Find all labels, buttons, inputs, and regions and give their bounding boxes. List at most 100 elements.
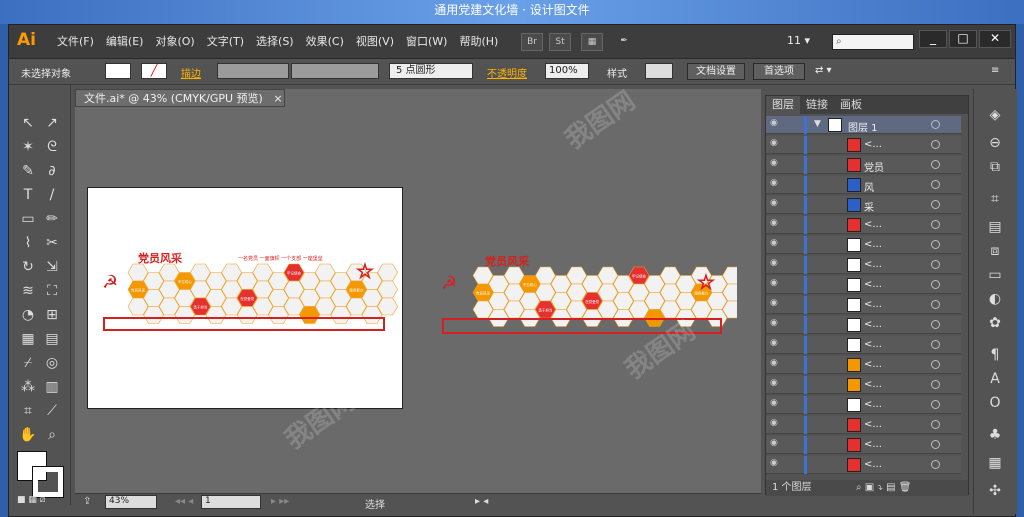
- variable-width-select[interactable]: [291, 63, 379, 79]
- symbols-dock-icon[interactable]: ♣: [984, 425, 1006, 445]
- menu-select[interactable]: 选择(S): [250, 35, 300, 49]
- sublayer-label[interactable]: <...: [864, 459, 882, 470]
- document-setup-button[interactable]: 文档设置: [687, 63, 745, 80]
- sublayer-row[interactable]: ◉ <...: [766, 436, 961, 454]
- sublayer-label[interactable]: <...: [864, 259, 882, 270]
- target-icon[interactable]: [931, 120, 940, 129]
- close-tab-icon[interactable]: ×: [273, 92, 282, 105]
- eye-icon[interactable]: ◉: [770, 258, 782, 270]
- stroke-swatch[interactable]: ╱: [141, 63, 167, 79]
- artboard-tool-icon[interactable]: ⌗: [17, 401, 39, 421]
- layer-name[interactable]: 图层 1: [848, 119, 878, 134]
- sublayer-row[interactable]: ◉ <...: [766, 336, 961, 354]
- artboard-nav-next-icon[interactable]: ▸ ▸▸: [271, 496, 289, 507]
- sublayer-row[interactable]: ◉ <...: [766, 296, 961, 314]
- sublayer-row[interactable]: ◉ <...: [766, 376, 961, 394]
- menu-window[interactable]: 窗口(W): [400, 35, 453, 49]
- sublayer-row[interactable]: ◉ <...: [766, 396, 961, 414]
- symbol-sprayer-icon[interactable]: ⁂: [17, 377, 39, 397]
- eye-icon[interactable]: ◉: [770, 138, 782, 150]
- brush-select[interactable]: 5 点圆形: [389, 63, 473, 79]
- rotate-tool-icon[interactable]: ↻: [17, 257, 39, 277]
- links-dock-icon[interactable]: ⊖: [984, 133, 1006, 153]
- target-icon[interactable]: [931, 320, 940, 329]
- artboard-nav-prev-icon[interactable]: ◂◂ ◂: [175, 496, 193, 507]
- perspective-grid-icon[interactable]: ⊞: [41, 305, 63, 325]
- zoom-field[interactable]: 43%: [105, 495, 157, 509]
- eye-icon[interactable]: ◉: [770, 298, 782, 310]
- pathfinder-dock-icon[interactable]: ⧈: [984, 241, 1006, 261]
- eye-icon[interactable]: ◉: [770, 158, 782, 170]
- eye-icon[interactable]: ◉: [770, 278, 782, 290]
- sublayer-row[interactable]: ◉ <...: [766, 456, 961, 474]
- fill-swatch[interactable]: [105, 63, 131, 79]
- eye-icon[interactable]: ◉: [770, 118, 782, 130]
- shape-builder-icon[interactable]: ◔: [17, 305, 39, 325]
- target-icon[interactable]: [931, 420, 940, 429]
- scale-tool-icon[interactable]: ⇲: [41, 257, 63, 277]
- menu-file[interactable]: 文件(F): [51, 35, 100, 49]
- target-icon[interactable]: [931, 360, 940, 369]
- sublayer-row[interactable]: ◉ <...: [766, 136, 961, 154]
- layers-dock-icon[interactable]: ◈: [984, 105, 1006, 125]
- target-icon[interactable]: [931, 380, 940, 389]
- sublayer-row[interactable]: ◉ <...: [766, 416, 961, 434]
- transform-dock-icon[interactable]: ⌗: [984, 189, 1006, 209]
- sublayer-row[interactable]: ◉ <...: [766, 356, 961, 374]
- stroke-color-box[interactable]: [32, 466, 64, 498]
- eye-icon[interactable]: ◉: [770, 238, 782, 250]
- menu-object[interactable]: 对象(O): [149, 35, 200, 49]
- eye-icon[interactable]: ◉: [770, 398, 782, 410]
- stock-icon[interactable]: St: [549, 33, 571, 51]
- feather-icon[interactable]: ✒: [613, 33, 635, 51]
- sublayer-label[interactable]: <...: [864, 139, 882, 150]
- target-icon[interactable]: [931, 180, 940, 189]
- sublayer-label[interactable]: <...: [864, 399, 882, 410]
- type-tool-icon[interactable]: T: [17, 185, 39, 205]
- magic-wand-icon[interactable]: ✶: [17, 137, 39, 157]
- target-icon[interactable]: [931, 220, 940, 229]
- free-transform-icon[interactable]: ⛶: [41, 281, 63, 301]
- sublayer-label[interactable]: 风: [864, 179, 874, 194]
- lasso-icon[interactable]: ᘓ: [41, 137, 63, 157]
- bridge-icon[interactable]: Br: [521, 33, 543, 51]
- sublayer-row[interactable]: ◉ <...: [766, 256, 961, 274]
- shaper-tool-icon[interactable]: ⌇: [17, 233, 39, 253]
- panel-menu-icon[interactable]: ≡: [991, 65, 999, 76]
- eye-icon[interactable]: ◉: [770, 218, 782, 230]
- target-icon[interactable]: [931, 300, 940, 309]
- target-icon[interactable]: [931, 200, 940, 209]
- tab-artboards[interactable]: 画板: [834, 96, 868, 114]
- eye-icon[interactable]: ◉: [770, 378, 782, 390]
- target-icon[interactable]: [931, 260, 940, 269]
- artboards-dock-icon[interactable]: ⧉: [984, 157, 1006, 177]
- color-dock-icon[interactable]: ✿: [984, 313, 1006, 333]
- eye-icon[interactable]: ◉: [770, 338, 782, 350]
- pen-tool-icon[interactable]: ✎: [17, 161, 39, 181]
- line-tool-icon[interactable]: /: [41, 185, 63, 205]
- sublayer-label[interactable]: 党员: [864, 159, 884, 174]
- gradient-tool-icon[interactable]: ▤: [41, 329, 63, 349]
- expand-icon[interactable]: ▼: [814, 119, 821, 129]
- sublayer-label[interactable]: <...: [864, 439, 882, 450]
- mesh-tool-icon[interactable]: ▦: [17, 329, 39, 349]
- search-input[interactable]: ⌕: [832, 34, 914, 50]
- menu-help[interactable]: 帮助(H): [453, 35, 504, 49]
- target-icon[interactable]: [931, 140, 940, 149]
- eye-icon[interactable]: ◉: [770, 418, 782, 430]
- layer-row[interactable]: ◉ ▼ 图层 1: [766, 116, 961, 134]
- status-arrows-icon[interactable]: ▸ ◂: [475, 496, 488, 507]
- sublayer-label[interactable]: 采: [864, 199, 874, 214]
- preferences-button[interactable]: 首选项: [753, 63, 805, 80]
- zoom-tool-icon[interactable]: ⌕: [41, 425, 63, 445]
- menu-edit[interactable]: 编辑(E): [100, 35, 150, 49]
- target-icon[interactable]: [931, 160, 940, 169]
- eye-icon[interactable]: ◉: [770, 178, 782, 190]
- sublayer-label[interactable]: <...: [864, 319, 882, 330]
- target-icon[interactable]: [931, 240, 940, 249]
- sublayer-label[interactable]: <...: [864, 299, 882, 310]
- paintbrush-icon[interactable]: ✏: [41, 209, 63, 229]
- sublayer-label[interactable]: <...: [864, 419, 882, 430]
- minimize-button[interactable]: _: [919, 30, 947, 48]
- sublayer-label[interactable]: <...: [864, 239, 882, 250]
